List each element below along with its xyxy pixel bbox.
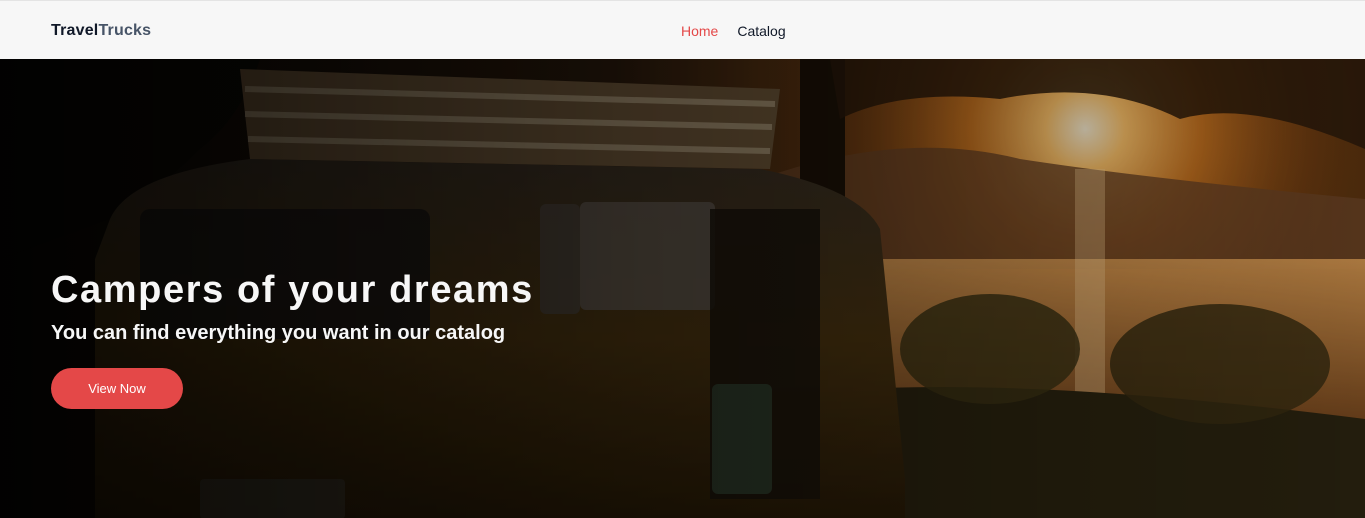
logo-travel-text: Travel xyxy=(51,22,99,39)
hero-title: Campers of your dreams xyxy=(51,269,534,311)
site-header: TravelTrucks Home Catalog xyxy=(0,0,1365,59)
logo[interactable]: TravelTrucks xyxy=(51,21,151,41)
view-now-button[interactable]: View Now xyxy=(51,368,183,409)
nav-link-catalog[interactable]: Catalog xyxy=(737,21,785,41)
logo-trucks-text: Trucks xyxy=(98,22,152,39)
hero-section: Campers of your dreams You can find ever… xyxy=(0,59,1365,518)
nav-link-home[interactable]: Home xyxy=(681,21,718,41)
hero-subtitle: You can find everything you want in our … xyxy=(51,322,506,344)
main-nav: Home Catalog xyxy=(681,21,786,41)
